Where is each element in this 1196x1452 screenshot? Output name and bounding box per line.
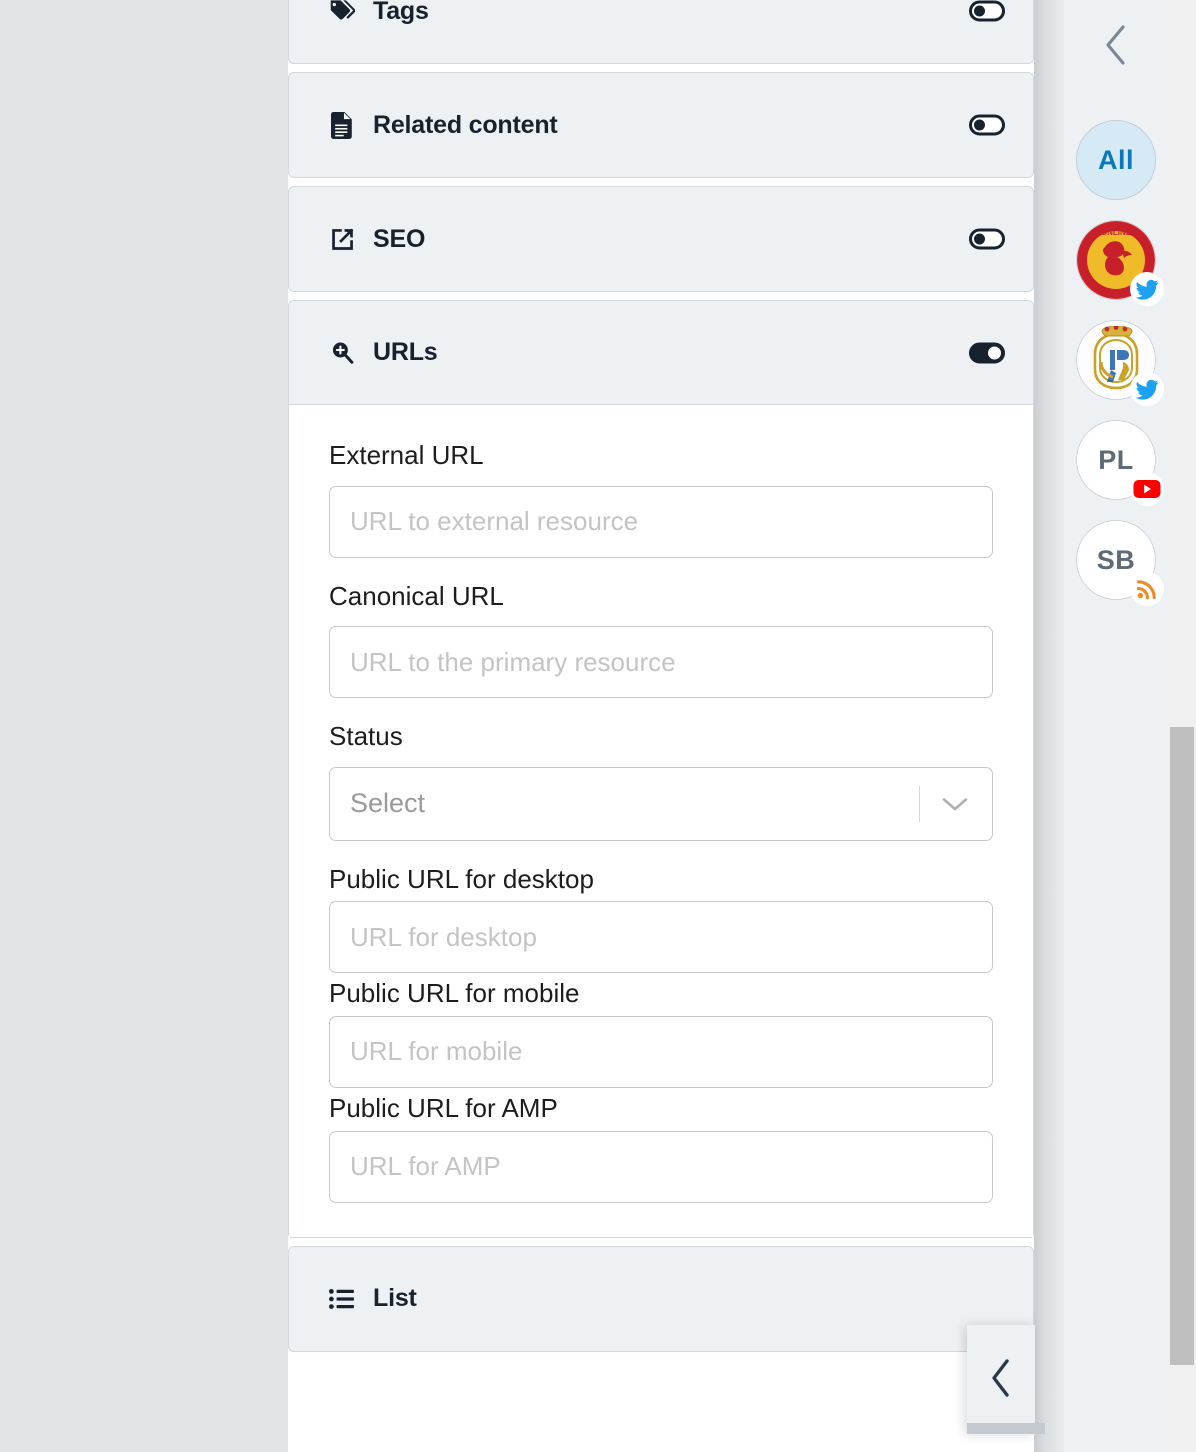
- youtube-icon: [1130, 472, 1164, 506]
- section-title-related-content: Related content: [373, 110, 558, 139]
- content-panel: Tags Related content SEO URLs External U…: [288, 0, 1034, 1452]
- avatar: All: [1076, 120, 1156, 200]
- section-header-related-content[interactable]: Related content: [289, 73, 1033, 177]
- account-avatar-all[interactable]: All: [1076, 120, 1156, 200]
- chevron-left-icon: [1099, 21, 1133, 74]
- avatar-label: All: [1097, 144, 1134, 175]
- label-public-url-mobile: Public URL for mobile: [329, 978, 580, 1009]
- section-urls[interactable]: URLs External URL Canonical URL Status S…: [288, 300, 1034, 1238]
- label-public-url-desktop: Public URL for desktop: [329, 863, 594, 894]
- field-status: Status Select: [329, 722, 993, 841]
- toggle-related-content[interactable]: [969, 114, 1005, 136]
- input-public-url-mobile[interactable]: [329, 1015, 993, 1088]
- label-status: Status: [329, 721, 403, 752]
- chevron-down-icon[interactable]: [938, 787, 972, 821]
- input-public-url-amp[interactable]: [329, 1130, 993, 1203]
- account-avatar-real-madrid[interactable]: [1076, 320, 1164, 406]
- field-public-url-mobile: Public URL for mobile: [329, 979, 993, 1088]
- document-icon: [329, 111, 355, 139]
- app-root: Tags Related content SEO URLs External U…: [0, 0, 1196, 1452]
- section-related-content[interactable]: Related content: [288, 72, 1034, 178]
- toggle-tags[interactable]: [969, 0, 1005, 22]
- field-public-url-amp: Public URL for AMP: [329, 1094, 993, 1203]
- select-status[interactable]: Select: [329, 766, 993, 841]
- account-avatar-list: All ONLINE PL SB: [1064, 120, 1168, 620]
- tag-icon: [329, 0, 355, 25]
- section-seo[interactable]: SEO: [288, 186, 1034, 292]
- panel-collapse-button[interactable]: [967, 1325, 1035, 1435]
- accounts-sidebar: All ONLINE PL SB: [1064, 0, 1168, 1452]
- account-avatar-sb[interactable]: SB: [1076, 520, 1164, 606]
- scrollbar-thumb-right[interactable]: [1170, 727, 1194, 1365]
- external-link-icon: [329, 225, 355, 253]
- section-title-tags: Tags: [373, 0, 429, 25]
- sidebar-collapse-button[interactable]: [1064, 18, 1168, 76]
- urls-form: External URL Canonical URL Status Select: [289, 405, 1033, 1237]
- twitter-icon: [1130, 272, 1164, 306]
- field-canonical-url: Canonical URL: [329, 580, 993, 699]
- svg-text:ONLINE: ONLINE: [1101, 228, 1132, 237]
- section-title-list: List: [373, 1284, 417, 1313]
- label-external-url: External URL: [329, 440, 484, 470]
- section-tags[interactable]: Tags: [288, 0, 1034, 64]
- avatar-label: SB: [1096, 544, 1136, 575]
- section-title-urls: URLs: [373, 338, 438, 366]
- input-canonical-url[interactable]: [329, 626, 993, 699]
- field-public-url-desktop: Public URL for desktop: [329, 865, 993, 974]
- avatar-label: PL: [1098, 444, 1134, 475]
- account-avatar-pl[interactable]: PL: [1076, 420, 1164, 506]
- panel-collapse-handle-bar: [967, 1423, 1045, 1434]
- label-public-url-amp: Public URL for AMP: [329, 1092, 558, 1123]
- input-external-url[interactable]: [329, 485, 993, 558]
- rss-icon: [1130, 572, 1164, 606]
- chevron-left-icon: [986, 1356, 1016, 1405]
- section-header-seo[interactable]: SEO: [289, 187, 1033, 291]
- input-public-url-desktop[interactable]: [329, 901, 993, 974]
- label-canonical-url: Canonical URL: [329, 580, 504, 611]
- section-header-list[interactable]: List: [289, 1247, 1033, 1351]
- select-divider: [919, 785, 920, 822]
- field-external-url: External URL: [329, 441, 993, 558]
- toggle-urls[interactable]: [969, 342, 1005, 363]
- zoom-in-icon: [329, 339, 355, 367]
- select-status-value: Select: [350, 788, 426, 819]
- toggle-seo[interactable]: [969, 228, 1005, 250]
- section-header-urls[interactable]: URLs: [289, 301, 1033, 405]
- section-list[interactable]: List: [288, 1245, 1034, 1352]
- left-gutter: [0, 0, 288, 1452]
- twitter-icon: [1130, 372, 1164, 406]
- section-header-tags[interactable]: Tags: [289, 0, 1033, 63]
- section-title-seo: SEO: [373, 224, 426, 253]
- sidebar-shadow: [1034, 0, 1064, 1452]
- account-avatar-lfc-online[interactable]: ONLINE: [1076, 220, 1164, 306]
- list-icon: [329, 1285, 355, 1313]
